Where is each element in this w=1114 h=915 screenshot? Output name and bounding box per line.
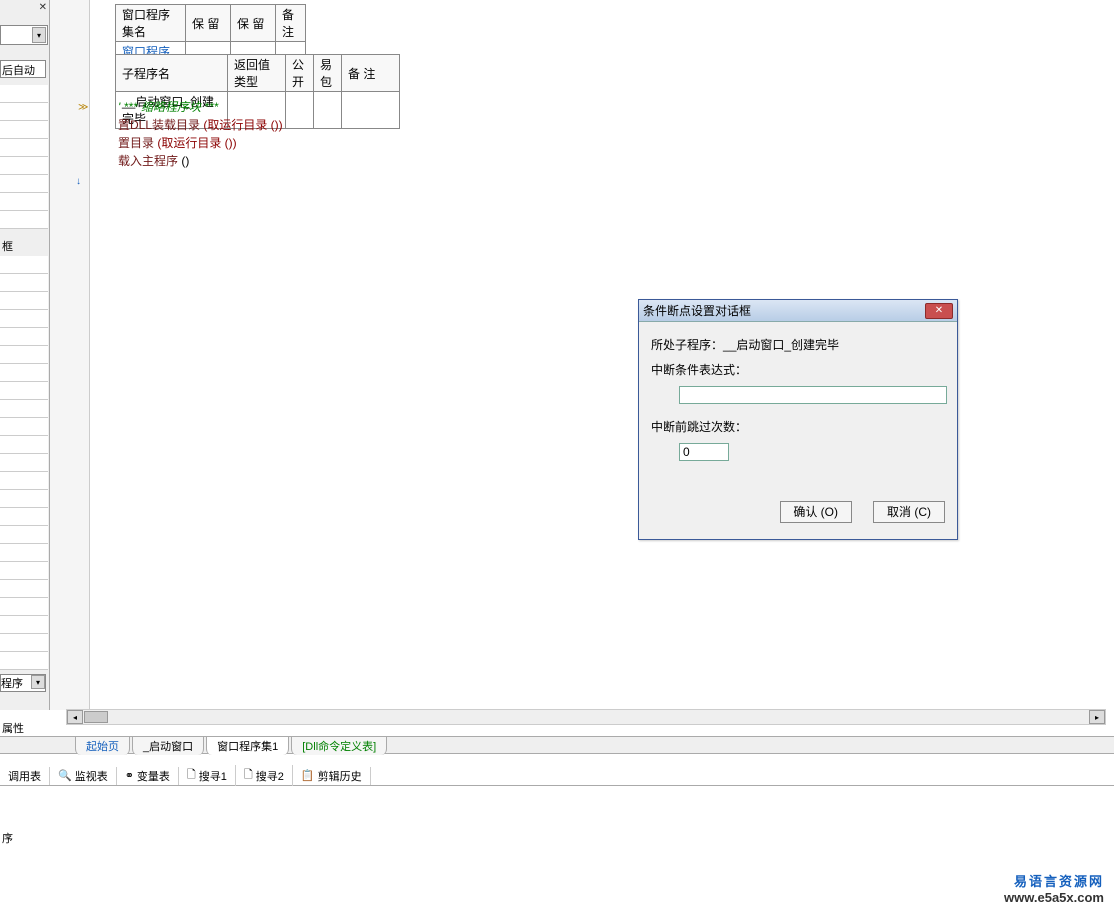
search-icon: 🔍 <box>58 769 72 782</box>
left-label-box: 框 <box>2 238 13 254</box>
tool-clip-history[interactable]: 📋剪辑历史 <box>293 767 371 785</box>
document-icon: 🗋 <box>244 766 253 785</box>
condition-input[interactable] <box>679 386 947 404</box>
bottom-toolbar: 调用表 🔍监视表 ⚭变量表 🗋搜寻1 🗋搜寻2 📋剪辑历史 <box>0 766 1114 786</box>
editor-tabs: 起始页 _启动窗口 窗口程序集1 [Dll命令定义表] <box>0 736 1114 754</box>
sub-value: __启动窗口_创建完毕 <box>723 338 839 352</box>
tab-window-assembly[interactable]: 窗口程序集1 <box>206 736 289 755</box>
arrow-down-icon: ↓ <box>76 176 81 187</box>
watermark: 易语言资源网 www.e5a5x.com <box>1004 871 1104 905</box>
breakpoint-dialog: 条件断点设置对话框 ✕ 所处子程序：__启动窗口_创建完毕 中断条件表达式： 中… <box>638 299 958 540</box>
cond-label: 中断条件表达式： <box>651 361 945 378</box>
code-comment: ' *** 缩略程序块 *** <box>118 100 218 114</box>
tool-var-table[interactable]: ⚭变量表 <box>117 767 179 785</box>
col-note: 备 注 <box>276 5 306 42</box>
col-return-type: 返回值类型 <box>228 55 286 92</box>
status-text: 序 <box>2 830 13 846</box>
col-public: 公 开 <box>286 55 314 92</box>
col-assembly-name: 窗口程序集名 <box>116 5 186 42</box>
cancel-button[interactable]: 取消 (C) <box>873 501 945 523</box>
left-dropdown-1[interactable]: ▾ <box>0 25 48 45</box>
col-easy: 易包 <box>314 55 342 92</box>
clipboard-icon: 📋 <box>301 769 315 782</box>
breakpoint-marker-icon[interactable]: ≫ <box>78 102 88 113</box>
code-gutter: ≫ ↓ <box>50 0 90 710</box>
code-editor[interactable]: 窗口程序集名 保 留 保 留 备 注 窗口程序集1 子程序名 返回值类型 公 开… <box>90 0 1114 710</box>
code-lines[interactable]: ' *** 缩略程序块 *** 置DLL装载目录 (取运行目录 ()) 置目录 … <box>118 98 283 170</box>
horizontal-scrollbar[interactable]: ◂ ▸ <box>66 709 1106 725</box>
chevron-down-icon: ▾ <box>32 27 46 43</box>
left-grid <box>0 85 48 229</box>
dialog-titlebar[interactable]: 条件断点设置对话框 ✕ <box>639 300 957 322</box>
left-dropdown-2[interactable]: 程序▾ <box>0 674 46 692</box>
tool-call-table[interactable]: 调用表 <box>0 767 50 785</box>
tool-search2[interactable]: 🗋搜寻2 <box>236 765 293 786</box>
ok-button[interactable]: 确认 (O) <box>780 501 852 523</box>
scroll-thumb[interactable] <box>84 711 108 723</box>
link-icon: ⚭ <box>125 769 134 782</box>
sub-row: 所处子程序：__启动窗口_创建完毕 <box>651 336 945 353</box>
tool-watch-table[interactable]: 🔍监视表 <box>50 767 117 785</box>
scroll-left-icon[interactable]: ◂ <box>67 710 83 724</box>
left-sidebar: ✕ ▾ 后自动 框 程序▾ 属性 <box>0 0 50 710</box>
scroll-right-icon[interactable]: ▸ <box>1089 710 1105 724</box>
left-label-prop: 属性 <box>2 720 24 736</box>
col-note2: 备 注 <box>342 55 400 92</box>
document-icon: 🗋 <box>187 766 196 785</box>
tool-search1[interactable]: 🗋搜寻1 <box>179 765 236 786</box>
skip-count-input[interactable] <box>679 443 729 461</box>
skip-label: 中断前跳过次数： <box>651 418 945 435</box>
chevron-down-icon: ▾ <box>31 675 45 689</box>
tab-start-page[interactable]: 起始页 <box>75 736 130 755</box>
left-textbox-auto[interactable]: 后自动 <box>0 60 46 78</box>
col-keep2: 保 留 <box>231 5 276 42</box>
dialog-title: 条件断点设置对话框 <box>643 302 925 319</box>
col-sub-name: 子程序名 <box>116 55 228 92</box>
close-icon[interactable]: ✕ <box>39 2 47 13</box>
close-button[interactable]: ✕ <box>925 303 953 319</box>
tab-startup-window[interactable]: _启动窗口 <box>132 736 204 755</box>
tab-dll-commands[interactable]: [Dll命令定义表] <box>291 736 387 755</box>
col-keep1: 保 留 <box>186 5 231 42</box>
